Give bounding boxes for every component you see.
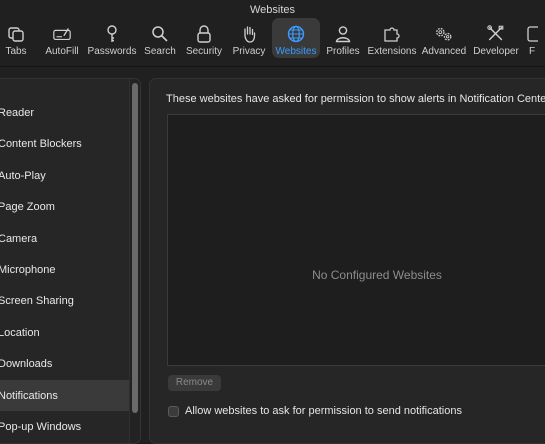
allow-notifications-label: Allow websites to ask for permission to … (185, 405, 462, 417)
sidebar-item-page-zoom[interactable]: Page Zoom (0, 191, 129, 222)
sidebar-item-label: Screen Sharing (0, 294, 74, 307)
sidebar-item-label: Page Zoom (0, 200, 55, 213)
toolbar-label-passwords: Passwords (87, 46, 137, 57)
sidebar-item-camera[interactable]: Camera (0, 223, 129, 254)
toolbar-label-feature-partial: F (528, 46, 536, 57)
toolbar-label-profiles: Profiles (326, 46, 360, 57)
sidebar-scrollbar[interactable] (129, 79, 140, 443)
websites-sidebar: Reader Content Blockers Auto-Play Page Z… (0, 78, 141, 444)
sidebar-item-label: Auto-Play (0, 169, 46, 182)
sidebar-item-label: Reader (0, 106, 35, 119)
feature-icon (526, 24, 538, 44)
toolbar-divider (0, 66, 545, 67)
toolbar-item-privacy[interactable]: Privacy (232, 18, 266, 58)
sidebar-item-reader[interactable]: Reader (0, 97, 129, 128)
permission-description: These websites have asked for permission… (166, 93, 545, 105)
allow-notifications-row[interactable]: Allow websites to ask for permission to … (168, 405, 462, 417)
toolbar-label-websites: Websites (275, 46, 317, 57)
toolbar-label-extensions: Extensions (367, 46, 417, 57)
websites-list[interactable]: No Configured Websites (167, 114, 545, 366)
sidebar-item-label: Downloads (0, 357, 53, 370)
sidebar-item-pop-up-windows[interactable]: Pop-up Windows (0, 411, 129, 442)
sidebar-item-label: Pop-up Windows (0, 420, 82, 433)
safari-settings-window: Websites Tabs AutoFill Passwords Search … (0, 0, 545, 444)
empty-list-message: No Configured Websites (312, 268, 442, 282)
sidebar-item-notifications[interactable]: Notifications (0, 380, 129, 411)
toolbar-label-advanced: Advanced (421, 46, 467, 57)
globe-icon (286, 24, 306, 44)
notifications-panel: These websites have asked for permission… (149, 78, 545, 444)
toolbar-label-privacy: Privacy (232, 46, 266, 57)
sidebar-item-auto-play[interactable]: Auto-Play (0, 160, 129, 191)
toolbar-item-passwords[interactable]: Passwords (87, 18, 137, 58)
toolbar-label-security: Security (185, 46, 223, 57)
toolbar-label-developer: Developer (473, 46, 519, 57)
puzzle-icon (382, 24, 402, 44)
toolbar-item-security[interactable]: Security (186, 18, 222, 58)
autofill-icon (52, 24, 72, 44)
toolbar-item-advanced[interactable]: Advanced (421, 18, 467, 58)
toolbar-label-autofill: AutoFill (45, 46, 79, 57)
sidebar-item-label: Microphone (0, 263, 56, 276)
tabs-icon (6, 24, 26, 44)
sidebar-scrollbar-thumb[interactable] (132, 83, 138, 413)
sidebar-item-screen-sharing[interactable]: Screen Sharing (0, 285, 129, 316)
lock-icon (194, 24, 214, 44)
tools-icon (486, 24, 506, 44)
toolbar-item-extensions[interactable]: Extensions (367, 18, 417, 58)
remove-button[interactable]: Remove (168, 375, 221, 391)
sidebar-item-location[interactable]: Location (0, 317, 129, 348)
sidebar-item-microphone[interactable]: Microphone (0, 254, 129, 285)
sidebar-item-label: Notifications (0, 389, 58, 402)
key-icon (102, 24, 122, 44)
hand-icon (239, 24, 259, 44)
sidebar-item-label: Content Blockers (0, 137, 82, 150)
allow-notifications-checkbox[interactable] (168, 405, 179, 417)
person-icon (333, 24, 353, 44)
settings-toolbar: Tabs AutoFill Passwords Search Security … (0, 16, 545, 60)
gears-icon (434, 24, 454, 44)
sidebar-item-label: Location (0, 326, 40, 339)
toolbar-label-tabs: Tabs (5, 46, 27, 57)
sidebar-item-label: Camera (0, 232, 38, 245)
toolbar-item-profiles[interactable]: Profiles (326, 18, 360, 58)
sidebar-item-downloads[interactable]: Downloads (0, 348, 129, 379)
sidebar-item-content-blockers[interactable]: Content Blockers (0, 128, 129, 159)
toolbar-item-developer[interactable]: Developer (473, 18, 519, 58)
toolbar-label-search: Search (144, 46, 176, 57)
toolbar-item-feature-partial[interactable]: F (526, 18, 538, 58)
toolbar-item-websites[interactable]: Websites (272, 18, 320, 58)
search-icon (150, 24, 170, 44)
toolbar-item-tabs[interactable]: Tabs (2, 18, 30, 58)
toolbar-item-search[interactable]: Search (144, 18, 176, 58)
toolbar-item-autofill[interactable]: AutoFill (42, 18, 82, 58)
